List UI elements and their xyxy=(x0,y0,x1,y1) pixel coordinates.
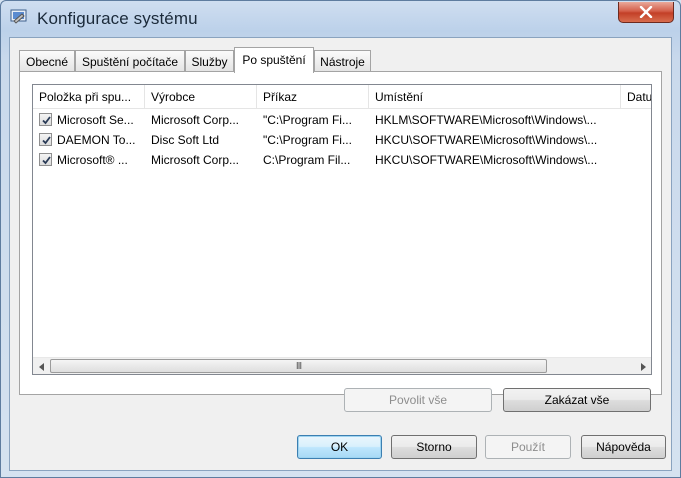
checkmark-icon xyxy=(42,116,51,125)
scrollbar-thumb[interactable]: III xyxy=(50,359,547,373)
startup-checkbox[interactable] xyxy=(39,133,52,146)
item-name-cell: Microsoft Se... xyxy=(57,113,134,127)
help-button[interactable]: Nápověda xyxy=(581,435,666,459)
location-cell: HKCU\SOFTWARE\Microsoft\Windows\... xyxy=(375,153,598,167)
tab-tools[interactable]: Nástroje xyxy=(314,50,371,72)
arrow-left-icon[interactable] xyxy=(33,358,50,374)
column-header-command[interactable]: Příkaz xyxy=(257,85,369,109)
tab-startup[interactable]: Po spuštění xyxy=(234,47,314,73)
enable-all-button[interactable]: Povolit vše xyxy=(344,388,492,412)
startup-checkbox[interactable] xyxy=(39,113,52,126)
table-row[interactable]: Microsoft Se... Microsoft Corp... "C:\Pr… xyxy=(33,110,651,130)
command-cell: "C:\Program Fi... xyxy=(263,133,352,147)
close-icon xyxy=(639,6,653,18)
location-cell: HKCU\SOFTWARE\Microsoft\Windows\... xyxy=(375,133,598,147)
checkmark-icon xyxy=(42,136,51,145)
apply-button[interactable]: Použít xyxy=(485,435,571,459)
window-title: Konfigurace systému xyxy=(37,9,198,28)
column-header-location[interactable]: Umístění xyxy=(369,85,621,109)
vendor-cell: Disc Soft Ltd xyxy=(151,133,220,147)
location-cell: HKLM\SOFTWARE\Microsoft\Windows\... xyxy=(375,113,597,127)
startup-list[interactable]: Položka při spu... Výrobce Příkaz Umístě… xyxy=(32,84,652,375)
item-name-cell: Microsoft® ... xyxy=(57,153,128,167)
ok-button[interactable]: OK xyxy=(297,435,382,459)
cancel-button[interactable]: Storno xyxy=(391,435,477,459)
disable-all-button[interactable]: Zakázat vše xyxy=(503,388,651,412)
startup-panel: Položka při spu... Výrobce Příkaz Umístě… xyxy=(19,71,662,395)
column-header-date[interactable]: Datu xyxy=(621,85,651,109)
command-cell: "C:\Program Fi... xyxy=(263,113,352,127)
item-name-cell: DAEMON To... xyxy=(57,133,136,147)
command-cell: C:\Program Fil... xyxy=(263,153,351,167)
table-row[interactable]: Microsoft® ... Microsoft Corp... C:\Prog… xyxy=(33,150,651,170)
scroll-grip: III xyxy=(295,360,302,372)
title-bar: Konfigurace systému xyxy=(1,1,680,37)
startup-checkbox[interactable] xyxy=(39,153,52,166)
column-header-vendor[interactable]: Výrobce xyxy=(145,85,257,109)
table-row[interactable]: DAEMON To... Disc Soft Ltd "C:\Program F… xyxy=(33,130,651,150)
arrow-right-icon[interactable] xyxy=(634,358,651,374)
horizontal-scrollbar[interactable]: III xyxy=(33,357,651,374)
tab-general[interactable]: Obecné xyxy=(19,50,75,72)
system-config-window: Konfigurace systému Obecné Spuštění počí… xyxy=(0,0,681,478)
tab-services[interactable]: Služby xyxy=(185,50,234,72)
column-header-item[interactable]: Položka při spu... xyxy=(33,85,145,109)
checkmark-icon xyxy=(42,156,51,165)
tab-boot[interactable]: Spuštění počítače xyxy=(75,50,185,72)
list-header: Položka při spu... Výrobce Příkaz Umístě… xyxy=(33,85,651,109)
vendor-cell: Microsoft Corp... xyxy=(151,153,240,167)
vendor-cell: Microsoft Corp... xyxy=(151,113,240,127)
system-config-icon xyxy=(10,9,28,25)
close-button[interactable] xyxy=(618,2,674,23)
dialog-client-area: Obecné Spuštění počítače Služby Po spušt… xyxy=(9,37,672,471)
